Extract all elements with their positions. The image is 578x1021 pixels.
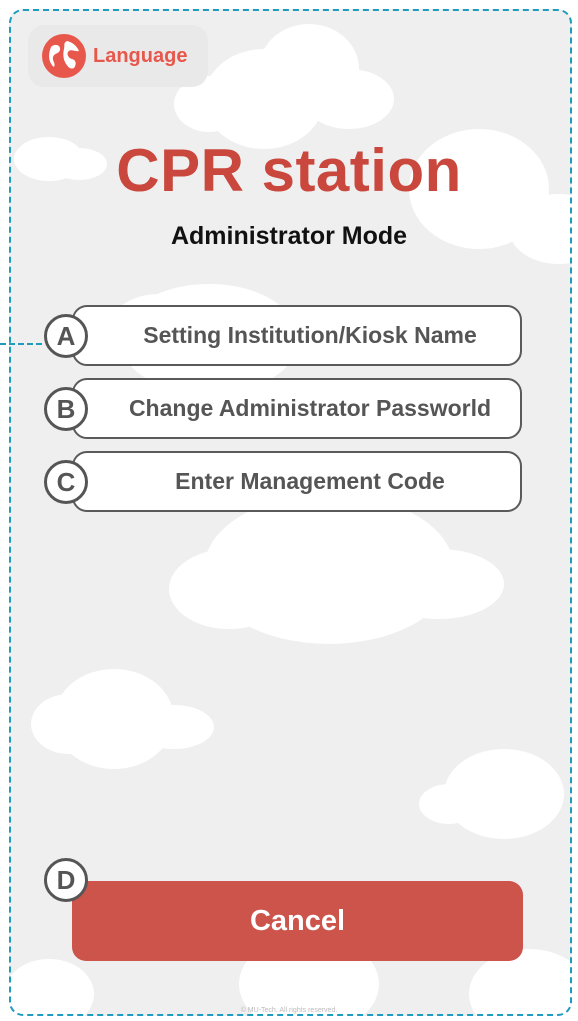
annotation-pointer [0,343,42,345]
menu-item-label: Change Administrator Passworld [128,395,492,421]
annotation-marker-c: C [44,460,88,504]
menu-item-label: Enter Management Code [175,468,445,494]
annotation-marker-a: A [44,314,88,358]
language-label: Language [93,44,188,67]
cancel-label: Cancel [249,904,346,937]
mode-subtitle: Administrator Mode [170,222,408,250]
annotation-marker-d: D [44,858,88,902]
language-button[interactable]: Language [28,25,208,87]
setting-institution-name-button[interactable]: Setting Institution/Kiosk Name [72,305,522,366]
globe-icon [42,34,86,78]
copyright-footer: © MU-Tech. All rights reserved. [240,1007,338,1014]
enter-management-code-button[interactable]: Enter Management Code [72,451,522,512]
app-title: CPR station [116,137,462,204]
annotation-marker-b: B [44,387,88,431]
menu-item-label: Setting Institution/Kiosk Name [143,322,477,348]
cancel-button[interactable]: Cancel [72,881,523,961]
change-admin-password-button[interactable]: Change Administrator Passworld [72,378,522,439]
